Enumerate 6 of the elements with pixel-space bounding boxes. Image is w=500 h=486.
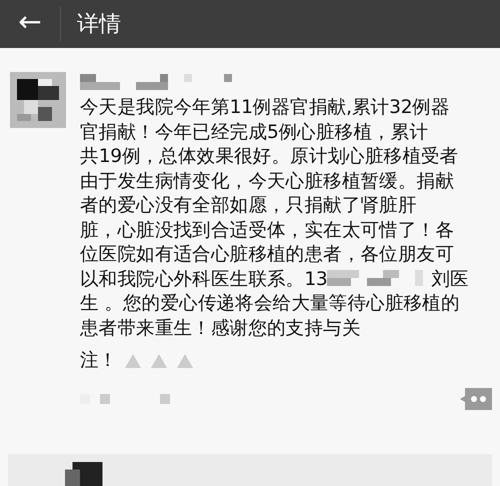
blurred-avatar xyxy=(10,72,66,128)
back-button[interactable]: ← xyxy=(0,8,60,40)
comment-button[interactable] xyxy=(460,388,492,410)
post-text: 今天是我院今年第11例器官捐献,累计32例器 官捐献！今年已经完成5例心脏移植，累计 共19例，总体效果很好。原计划心脏移植受者 由于发生病情变化，今天心脏移植暂缓。捐献 者的爱心没有全部如愿，只捐献了肾脏肝 脏，心脏没找到合适受体，实在太可惜了！各 位医院如有适合心脏移植的患者，各位朋友可 以和我院心外科医生联系。13 刘医 生 。您的爱心传递将会给大量等待心脏移植的 患者带来重生！感谢您的支持与关 xyxy=(80,96,470,340)
post-text: 注！ xyxy=(80,349,118,373)
page-title: 详情 xyxy=(77,10,121,38)
